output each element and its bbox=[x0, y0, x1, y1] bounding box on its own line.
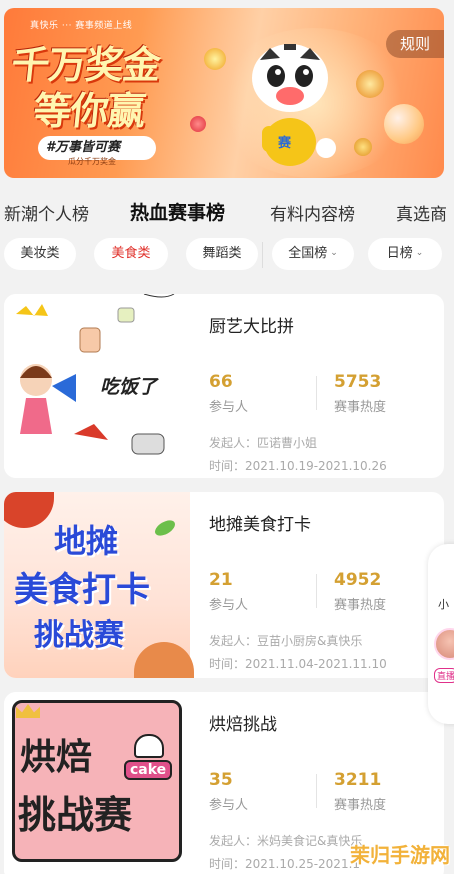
thumb-line2: 挑战赛 bbox=[18, 793, 133, 837]
thumb-line3: 挑战赛 bbox=[34, 618, 124, 653]
contest-title: 烘焙挑战 bbox=[209, 715, 277, 735]
region-select[interactable]: 全国榜 ⌄ bbox=[272, 238, 354, 270]
stat-divider bbox=[316, 774, 317, 808]
promo-banner[interactable]: 真快乐 ··· 赛事频道上线 千万奖金 等你赢 #万事皆可赛 瓜分千万奖金 赛 … bbox=[4, 8, 444, 178]
contest-thumbnail: 烘焙 挑战赛 cake bbox=[4, 692, 190, 874]
participants-count: 66 bbox=[209, 372, 233, 392]
eating-illustration-icon bbox=[16, 294, 175, 455]
heat-count: 3211 bbox=[334, 770, 382, 790]
contest-sponsor: 发起人：豆苗小厨房&真快乐 bbox=[209, 634, 363, 648]
period-select-label: 日榜 bbox=[386, 246, 413, 261]
coin-icon bbox=[356, 70, 384, 98]
thumb-line2: 美食打卡 bbox=[14, 570, 150, 610]
bubble-icon bbox=[384, 104, 424, 144]
coin-icon bbox=[354, 138, 372, 156]
participants-count: 21 bbox=[209, 570, 233, 590]
contest-card[interactable]: 吃饭了 厨艺大比拼 66 参与人 5753 赛事热度 发起人：匹诺曹小姐 时间：… bbox=[4, 294, 444, 478]
contest-sponsor: 发起人：米妈美食记&真快乐 bbox=[209, 834, 363, 848]
thumb-line1: 烘焙 bbox=[20, 737, 93, 778]
avatar[interactable] bbox=[434, 628, 454, 660]
thumb-caption: 吃饭了 bbox=[100, 376, 158, 398]
filter-bar: 美妆类 美食类 舞蹈类 全国榜 ⌄ 日榜 ⌄ bbox=[0, 238, 454, 272]
chip-beauty[interactable]: 美妆类 bbox=[4, 238, 76, 270]
plate-icon bbox=[134, 642, 194, 678]
rules-button[interactable]: 规则 bbox=[386, 30, 444, 58]
heat-count: 5753 bbox=[334, 372, 382, 392]
stat-divider bbox=[316, 574, 317, 608]
heat-label: 赛事热度 bbox=[334, 400, 387, 415]
cake-badge: cake bbox=[124, 760, 173, 780]
contest-dates: 时间：2021.10.25-2021.1 bbox=[209, 857, 361, 871]
banner-slogan-line2: 等你赢 bbox=[31, 89, 147, 133]
contest-title: 厨艺大比拼 bbox=[209, 317, 294, 337]
participants-label: 参与人 bbox=[209, 598, 249, 613]
contest-card[interactable]: 地摊 美食打卡 挑战赛 地摊美食打卡 21 参与人 4952 赛事热度 发起人：… bbox=[4, 492, 444, 678]
chevron-down-icon: ⌄ bbox=[330, 248, 338, 258]
float-panel-label: 小 bbox=[438, 598, 449, 611]
contest-thumbnail: 吃饭了 bbox=[4, 294, 190, 478]
chip-dance[interactable]: 舞蹈类 bbox=[186, 238, 258, 270]
stat-divider bbox=[316, 376, 317, 410]
live-badge: 直播 bbox=[434, 668, 454, 683]
bowl-icon bbox=[4, 492, 54, 528]
banner-hashtag-sub: 瓜分千万奖金 bbox=[68, 157, 116, 166]
filter-divider bbox=[262, 242, 263, 268]
tab-trendy-personal[interactable]: 新潮个人榜 bbox=[4, 200, 89, 225]
region-select-label: 全国榜 bbox=[288, 246, 328, 261]
heat-label: 赛事热度 bbox=[334, 598, 387, 613]
watermark: 茉归手游网 bbox=[350, 843, 450, 867]
chef-hat-icon bbox=[134, 734, 164, 758]
banner-topline: 真快乐 ··· 赛事频道上线 bbox=[30, 21, 133, 31]
contest-dates: 时间：2021.10.19-2021.10.26 bbox=[209, 459, 387, 473]
heat-count: 4952 bbox=[334, 570, 382, 590]
tab-merchant[interactable]: 真选商 bbox=[396, 200, 447, 225]
thumb-line1: 地摊 bbox=[54, 522, 119, 560]
contest-sponsor: 发起人：匹诺曹小姐 bbox=[209, 436, 318, 450]
coin-icon bbox=[190, 116, 206, 132]
period-select[interactable]: 日榜 ⌄ bbox=[368, 238, 442, 270]
participants-label: 参与人 bbox=[209, 798, 249, 813]
tiger-badge: 赛 bbox=[278, 136, 292, 151]
tab-content[interactable]: 有料内容榜 bbox=[270, 200, 355, 225]
coin-icon bbox=[204, 48, 226, 70]
participants-label: 参与人 bbox=[209, 400, 249, 415]
tab-hot-contest[interactable]: 热血赛事榜 bbox=[130, 198, 225, 225]
contest-title: 地摊美食打卡 bbox=[209, 515, 311, 535]
heat-label: 赛事热度 bbox=[334, 798, 387, 813]
contest-dates: 时间：2021.11.04-2021.11.10 bbox=[209, 657, 387, 671]
floating-side-panel[interactable]: 小 直播 bbox=[428, 544, 454, 724]
contest-thumbnail: 地摊 美食打卡 挑战赛 bbox=[4, 492, 194, 678]
chevron-down-icon: ⌄ bbox=[415, 248, 424, 258]
participants-count: 35 bbox=[209, 770, 233, 790]
chip-food[interactable]: 美食类 bbox=[94, 238, 168, 270]
leaf-icon bbox=[152, 517, 178, 539]
ranking-tabs: 新潮个人榜 热血赛事榜 有料内容榜 真选商 bbox=[0, 196, 454, 228]
